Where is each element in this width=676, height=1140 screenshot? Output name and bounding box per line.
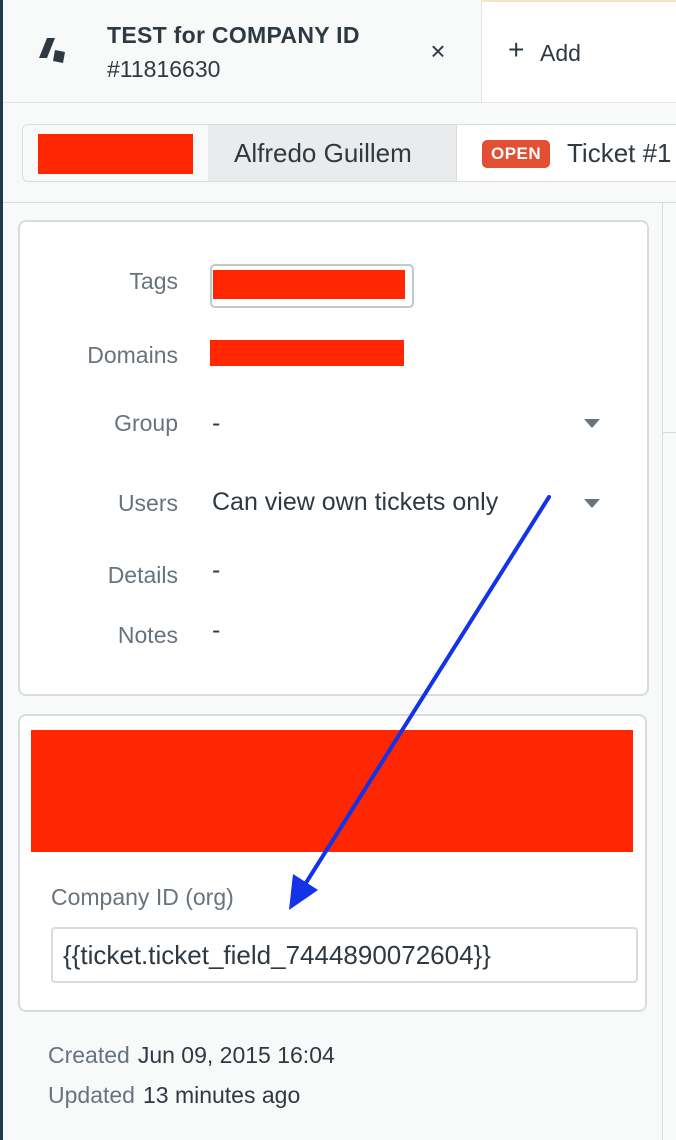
breadcrumb-requester[interactable]: Alfredo Guillem (208, 125, 457, 181)
breadcrumb-requester-label: Alfredo Guillem (234, 138, 412, 168)
custom-fields-card: Company ID (org) (18, 714, 647, 1012)
breadcrumb-organization[interactable] (23, 125, 209, 181)
company-id-label: Company ID (org) (51, 884, 234, 910)
window-edge (0, 0, 3, 1140)
updated-info: Updated 13 minutes ago (48, 1082, 300, 1109)
tab-title: TEST for COMPANY ID (107, 22, 360, 48)
chevron-down-icon[interactable] (584, 499, 600, 508)
notes-field[interactable]: - (212, 616, 220, 645)
redaction-box (38, 134, 193, 174)
updated-label: Updated (48, 1082, 135, 1108)
users-label: Users (117, 490, 178, 516)
redaction-box (213, 270, 405, 299)
status-badge: OPEN (482, 140, 551, 168)
breadcrumb-ticket[interactable]: OPEN Ticket #1 (457, 125, 676, 181)
add-tab-button[interactable]: + Add (481, 0, 676, 102)
zendesk-logo-icon (39, 38, 65, 63)
redaction-box (31, 730, 633, 852)
group-label: Group (114, 410, 178, 436)
updated-value: 13 minutes ago (142, 1082, 301, 1108)
domains-redaction-box[interactable] (210, 340, 404, 366)
domains-label: Domains (87, 342, 178, 368)
panel-divider (662, 203, 663, 1140)
tab-ticket-number: #11816630 (107, 56, 221, 82)
breadcrumb-ticket-label: Ticket #1 (567, 138, 672, 168)
created-info: Created Jun 09, 2015 16:04 (48, 1042, 335, 1069)
tags-input[interactable] (210, 264, 414, 308)
tab-bar: TEST for COMPANY ID #11816630 × + Add (3, 0, 676, 103)
group-select[interactable]: - (212, 409, 220, 438)
plus-icon: + (508, 34, 525, 65)
notes-label: Notes (117, 622, 178, 648)
close-icon[interactable]: × (423, 36, 453, 66)
ticket-tab[interactable]: TEST for COMPANY ID #11816630 × (3, 0, 481, 102)
created-label: Created (48, 1042, 130, 1068)
breadcrumb: Alfredo Guillem OPEN Ticket #1 (22, 124, 676, 182)
created-value: Jun 09, 2015 16:04 (137, 1042, 335, 1068)
tags-label: Tags (129, 268, 178, 294)
header-divider (3, 202, 676, 203)
details-field[interactable]: - (212, 556, 220, 585)
company-id-input[interactable] (51, 927, 638, 983)
users-select[interactable]: Can view own tickets only (212, 488, 498, 517)
details-label: Details (107, 562, 178, 588)
add-tab-label: Add (540, 40, 581, 66)
panel-divider-tick (662, 432, 676, 433)
chevron-down-icon[interactable] (584, 419, 600, 428)
organization-fields-card: Tags Domains Group - Users Can view own … (18, 220, 649, 696)
